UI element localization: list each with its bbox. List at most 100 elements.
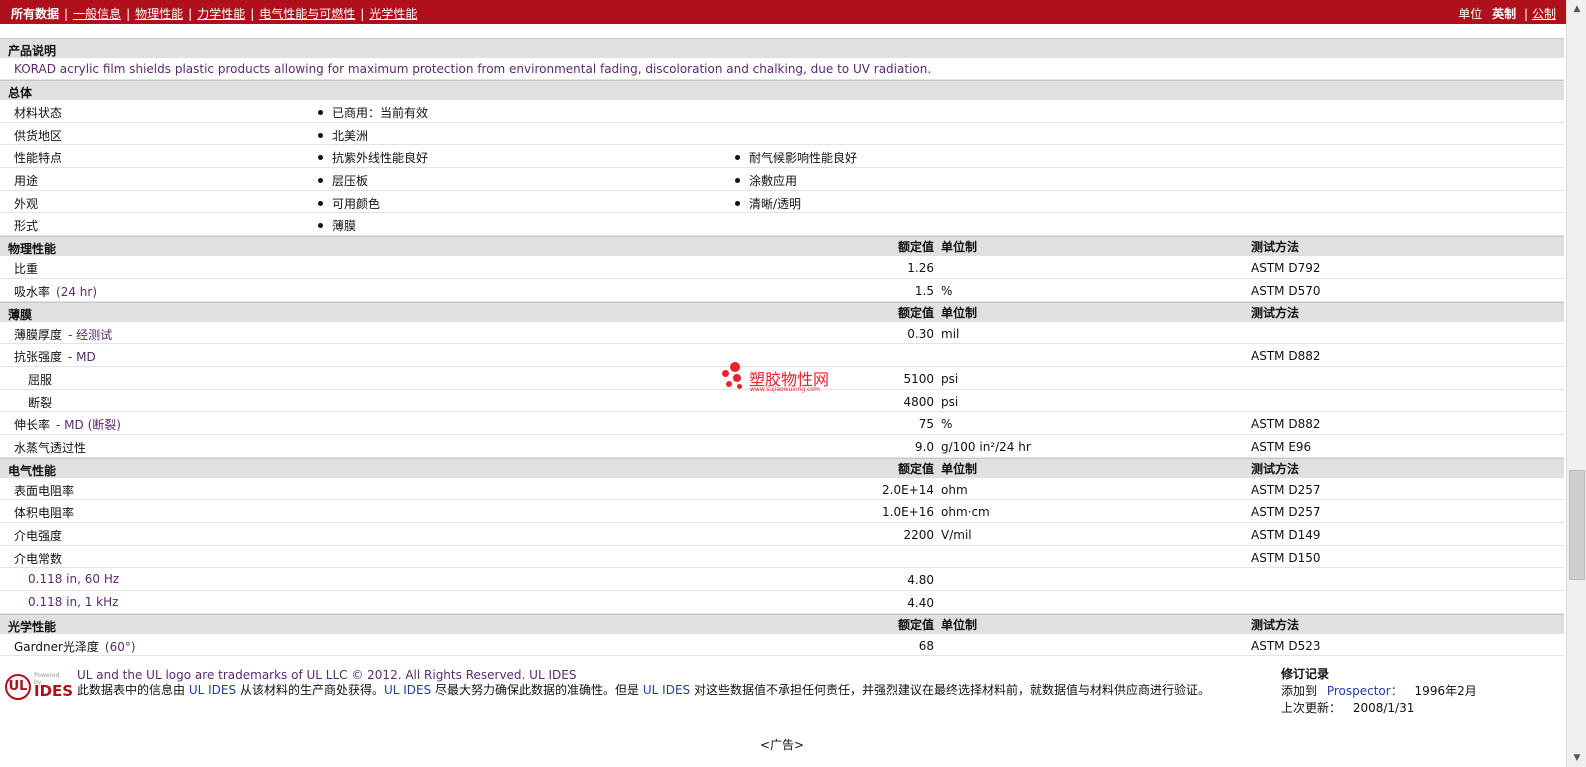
revision-updated: 上次更新： 2008/1/31 — [1281, 700, 1477, 717]
bullet-item: 涂敷应用 — [735, 172, 797, 189]
property-value: 2200 — [903, 528, 934, 542]
ad-placeholder[interactable]: <广告> — [0, 736, 1564, 753]
header-unit: 单位制 — [941, 461, 978, 476]
property-name: 屈服 — [28, 372, 53, 387]
property-row: 吸水率 (24 hr) 1.5% ASTM D570 — [0, 278, 1564, 302]
watermark-url: www.sujiaowuxing.com — [750, 386, 820, 393]
scroll-down-icon[interactable]: ▼ — [1567, 749, 1586, 767]
property-label: 断裂 — [28, 394, 52, 411]
bullet-text: 薄膜 — [332, 219, 357, 234]
property-name: 介电强度 — [14, 529, 63, 543]
bullet-text: 已商用：当前有效 — [332, 106, 429, 120]
property-condition: - MD — [68, 350, 96, 365]
header-method: 测试方法 — [1251, 461, 1300, 476]
property-label: 介电强度 — [14, 527, 62, 544]
section-header-physical: 物理性能 额定值 单位制 测试方法 — [0, 236, 1564, 257]
property-value: 1.0E+16 — [882, 505, 934, 520]
bullet-text: 北美洲 — [332, 128, 369, 143]
units-metric-link[interactable]: 公制 — [1532, 7, 1556, 21]
property-label: 体积电阻率 — [14, 504, 74, 521]
revision-history: 修订记录 添加到 Prospector： 1996年2月 上次更新： 2008/… — [1281, 666, 1477, 717]
added-date: 1996年2月 — [1414, 684, 1477, 698]
bullet-text: 层压板 — [332, 174, 369, 189]
property-row: 体积电阻率 1.0E+16 ohm·cm ASTM D257 — [0, 500, 1564, 523]
property-condition: - 经测试 — [68, 327, 113, 342]
row-label: 用途 — [14, 174, 39, 189]
general-row: 外观 可用颜色 清晰/透明 — [0, 190, 1564, 214]
test-method: ASTM D257 — [1251, 505, 1321, 520]
property-condition: (24 hr) — [56, 284, 98, 299]
header-method: 测试方法 — [1251, 305, 1300, 320]
scrollbar-thumb[interactable] — [1569, 470, 1585, 580]
bullet-text: 清晰/透明 — [749, 196, 802, 211]
bullet-icon — [318, 223, 323, 229]
property-row: 比重 1.26 ASTM D792 — [0, 256, 1564, 279]
bullet-item: 薄膜 — [318, 217, 356, 234]
ul-ides-logo: UL Powered by IDES — [5, 668, 73, 700]
property-name: 体积电阻率 — [14, 506, 75, 521]
header-unit: 单位制 — [941, 305, 978, 320]
ul-ides-link[interactable]: UL IDES — [384, 683, 431, 697]
property-label: 比重 — [14, 260, 38, 277]
top-navigation-bar: 所有数据 | 一般信息 | 物理性能 | 力学性能 | 电气性能与可燃性 | 光学性能 单位 英制 … — [0, 0, 1566, 24]
property-label: 0.118 in, 60 Hz — [28, 572, 119, 586]
property-value: 4.80 — [907, 573, 934, 588]
revision-title: 修订记录 — [1281, 667, 1330, 681]
ul-ides-link[interactable]: UL IDES — [643, 683, 690, 697]
row-label: 材料状态 — [14, 106, 63, 120]
nav-link-mechanical[interactable]: 力学性能 — [197, 7, 245, 21]
nav-all-data[interactable]: 所有数据 — [11, 7, 59, 21]
nav-link-physical[interactable]: 物理性能 — [135, 7, 183, 21]
product-description-row: KORAD acrylic film shields plastic produ… — [0, 58, 1564, 80]
header-unit: 单位制 — [941, 617, 978, 632]
property-unit: % — [941, 417, 953, 432]
header-method: 测试方法 — [1251, 617, 1300, 632]
property-row: 薄膜厚度 - 经测试 0.30 mil — [0, 321, 1564, 345]
test-method: ASTM D882 — [1251, 349, 1321, 364]
prospector-link[interactable]: Prospector： — [1327, 684, 1403, 698]
property-label: 吸水率 (24 hr) — [14, 283, 97, 300]
property-unit: mil — [941, 326, 960, 341]
bullet-icon — [735, 155, 740, 161]
bullet-item: 耐气候影响性能良好 — [735, 149, 857, 166]
updated-label: 上次更新： — [1281, 701, 1342, 715]
property-value: 1.26 — [907, 261, 934, 276]
property-value: 5100 — [903, 371, 934, 386]
property-unit: % — [941, 283, 953, 298]
nav-link-optical[interactable]: 光学性能 — [369, 7, 417, 21]
property-name: 0.118 in, 60 Hz — [28, 572, 120, 587]
nav-link-general[interactable]: 一般信息 — [73, 7, 121, 21]
bullet-item: 已商用：当前有效 — [318, 104, 428, 121]
nav-link-electrical[interactable]: 电气性能与可燃性 — [259, 7, 355, 21]
test-method: ASTM D149 — [1251, 528, 1321, 542]
test-method: ASTM D523 — [1251, 638, 1321, 653]
property-row: 表面电阻率 2.0E+14 ohm ASTM D257 — [0, 477, 1564, 501]
vertical-scrollbar[interactable]: ▲ ▼ — [1566, 0, 1586, 767]
units-label: 单位 — [1458, 7, 1483, 21]
bullet-item: 可用颜色 — [318, 195, 380, 212]
units-imperial[interactable]: 英制 — [1492, 7, 1516, 21]
ul-ides-link[interactable]: UL IDES — [189, 683, 236, 697]
section-header-electrical: 电气性能 额定值 单位制 测试方法 — [0, 457, 1564, 478]
property-name: 水蒸气透过性 — [14, 440, 87, 455]
header-value: 额定值 — [897, 461, 934, 476]
bullet-icon — [318, 200, 323, 206]
row-label: 外观 — [14, 196, 39, 211]
property-label: 抗张强度 - MD — [14, 348, 96, 365]
header-value: 额定值 — [897, 305, 934, 320]
general-row: 性能特点 抗紫外线性能良好 耐气候影响性能良好 — [0, 145, 1564, 169]
bullet-icon — [318, 110, 323, 115]
product-description: KORAD acrylic film shields plastic produ… — [14, 62, 932, 76]
test-method: ASTM D257 — [1251, 482, 1321, 497]
scroll-up-icon[interactable]: ▲ — [1567, 0, 1586, 18]
bullet-text: 抗紫外线性能良好 — [332, 151, 429, 166]
property-row: Gardner光泽度 (60°) 68 ASTM D523 — [0, 633, 1564, 657]
property-row: 0.118 in, 1 kHz 4.40 — [0, 591, 1564, 614]
property-unit: psi — [941, 394, 959, 409]
test-method: ASTM D570 — [1251, 283, 1321, 298]
header-value: 额定值 — [897, 617, 934, 632]
property-label: 薄膜厚度 - 经测试 — [14, 326, 112, 343]
ides-wordmark: IDES — [34, 682, 74, 700]
bullet-icon — [735, 200, 740, 206]
row-label: 性能特点 — [14, 151, 63, 166]
